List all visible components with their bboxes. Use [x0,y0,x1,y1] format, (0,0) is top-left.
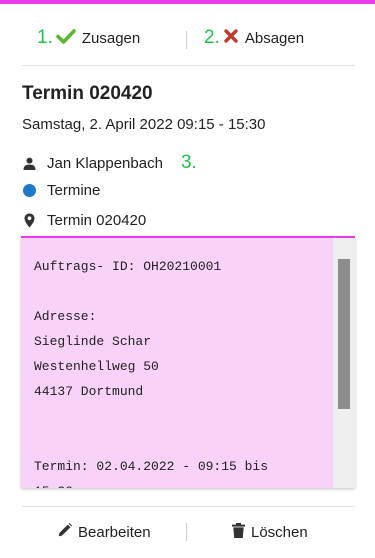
calendar-row: Termine [22,182,100,199]
accept-label: Zusagen [81,29,141,47]
notes-scrollbar[interactable] [333,238,355,488]
cross-icon [223,28,239,49]
appointment-notes[interactable]: Auftrags- ID: OH20210001 Adresse: Siegli… [21,236,355,488]
edit-label: Bearbeiten [78,523,151,541]
notes-scroll-thumb[interactable] [338,259,350,409]
step-marker-2: 2. [204,27,220,48]
appointment-datetime: Samstag, 2. April 2022 09:15 - 15:30 [22,116,266,133]
calendar-name: Termine [47,182,101,199]
person-icon [22,156,36,170]
divider-top [22,65,355,66]
notes-text: Auftrags- ID: OH20210001 Adresse: Siegli… [34,259,269,488]
response-action-bar: 1. Zusagen 2. Absagen [22,22,355,58]
check-icon [56,28,76,49]
delete-button[interactable]: Löschen [232,523,308,542]
calendar-dot-icon [22,184,36,197]
top-accent-border [0,0,375,4]
attendee-name: Jan Klappenbach [47,154,163,172]
trash-icon [232,523,245,542]
accept-button[interactable]: 1. Zusagen [37,27,140,49]
step-marker-3: 3. [180,152,197,173]
action-divider [186,31,187,49]
footer-actions: Bearbeiten Löschen [22,515,355,551]
location-pin-icon [22,213,36,228]
footer-divider [186,523,187,541]
pencil-icon [58,523,72,541]
delete-label: Löschen [251,524,308,541]
attendee-row: Jan Klappenbach 3. [22,152,197,174]
location-row: Termin 020420 [22,212,146,229]
step-marker-1: 1. [37,27,53,48]
decline-label: Absagen [244,29,305,47]
location-name: Termin 020420 [47,212,147,229]
divider-bottom [22,506,355,507]
appointment-title: Termin 020420 [22,83,153,104]
decline-button[interactable]: 2. Absagen [204,27,304,49]
edit-button[interactable]: Bearbeiten [58,523,151,541]
